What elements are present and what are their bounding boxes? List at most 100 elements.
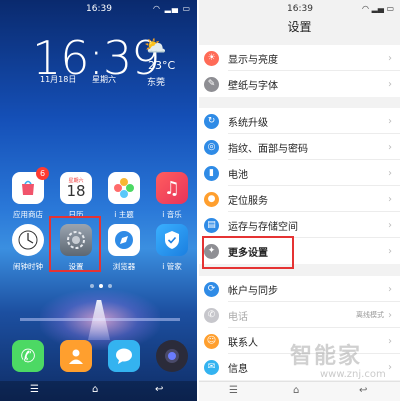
settings-item-display[interactable]: ☀ 显示与亮度 › [199, 45, 400, 71]
home-icon[interactable]: ⌂ [92, 384, 98, 395]
chevron-right-icon: › [388, 361, 392, 373]
settings-item-wallpaper[interactable]: ✎ 壁纸与字体 › [199, 71, 400, 97]
wifi-icon: ◠ [153, 4, 162, 13]
settings-item-storage[interactable]: ▤ 运存与存储空间 › [199, 212, 400, 238]
settings-item-fingerprint[interactable]: ◎ 指纹、面部与密码 › [199, 134, 400, 160]
page-indicator [90, 284, 112, 288]
navigation-bar: ☰ ⌂ ↩ [199, 381, 400, 401]
app-clock[interactable]: 闹钟时钟 [11, 224, 45, 272]
watermark-url: www.znj.com [320, 369, 386, 380]
calendar-icon: 星期六 18 [60, 172, 92, 204]
status-time: 16:39 [287, 4, 313, 14]
app-browser[interactable]: 浏览器 [107, 224, 141, 272]
settings-item-label: 系统升级 [228, 117, 268, 129]
app-store[interactable]: 6 应用商店 [11, 167, 49, 220]
app-label: i 主题 [114, 210, 134, 219]
watermark-brand: 智能家 [290, 344, 363, 369]
app-music[interactable]: ♫ i 音乐 [155, 172, 189, 220]
chevron-right-icon: › [388, 283, 392, 295]
fingerprint-icon: ◎ [204, 139, 219, 155]
battery-icon: ▭ [182, 4, 191, 13]
settings-item-location[interactable]: ● 定位服务 › [199, 186, 400, 212]
settings-item-label: 帐户与同步 [228, 285, 278, 297]
chevron-right-icon: › [388, 335, 392, 347]
dock-messages[interactable] [107, 340, 141, 372]
chevron-right-icon: › [388, 115, 392, 127]
brightness-icon: ☀ [204, 50, 219, 66]
menu-icon[interactable]: ☰ [30, 384, 39, 395]
storage-icon: ▤ [204, 217, 219, 233]
update-icon: ↻ [204, 113, 219, 129]
account-sync-icon: ⟳ [204, 281, 219, 297]
more-settings-highlight [202, 236, 294, 269]
wallpaper-font-icon: ✎ [204, 76, 219, 92]
settings-item-system-update[interactable]: ↻ 系统升级 › [199, 108, 400, 134]
settings-item-value: 离线模式 [356, 311, 384, 319]
dock-camera[interactable] [155, 340, 189, 372]
settings-item-label: 运存与存储空间 [228, 221, 298, 233]
app-calendar[interactable]: 星期六 18 日历 [59, 172, 93, 220]
battery-settings-icon: ▮ [204, 165, 219, 181]
flower-icon [108, 172, 140, 204]
app-manager[interactable]: i 管家 [155, 224, 189, 272]
settings-item-label: 电池 [228, 169, 248, 181]
location-pin-icon: ● [204, 191, 219, 207]
chevron-right-icon: › [388, 245, 392, 257]
phone-icon: ✆ [12, 340, 44, 372]
contacts-settings-icon: ☺ [204, 333, 219, 349]
home-icon[interactable]: ⌂ [293, 385, 299, 396]
settings-item-battery[interactable]: ▮ 电池 › [199, 160, 400, 186]
dock-phone[interactable]: ✆ [11, 340, 45, 372]
battery-icon: ▭ [386, 4, 394, 13]
compass-icon [108, 224, 140, 256]
settings-item-accounts[interactable]: ⟳ 帐户与同步 › [199, 276, 400, 302]
dock: ✆ [0, 340, 197, 380]
app-label: i 音乐 [162, 210, 182, 219]
settings-item-label: 显示与亮度 [228, 54, 278, 66]
date: 11月18日 [40, 75, 77, 84]
settings-item-label: 指纹、面部与密码 [228, 143, 308, 155]
back-icon[interactable]: ↩ [155, 384, 163, 395]
messages-settings-icon: ✉ [204, 359, 219, 375]
alarm-clock-icon [12, 224, 44, 256]
temperature: 23°C [148, 59, 176, 72]
notification-badge: 6 [36, 167, 49, 180]
settings-item-phone[interactable]: ✆ 电话 离线模式 › [199, 302, 400, 328]
chevron-right-icon: › [388, 78, 392, 90]
app-label: 应用商店 [13, 210, 43, 219]
phone-settings-icon: ✆ [204, 307, 219, 323]
settings-item-label: 电话 [228, 311, 248, 323]
settings-app-highlight [49, 216, 101, 272]
calendar-day: 18 [66, 182, 86, 200]
status-icons: ◠ ▂▄ ▭ [362, 4, 394, 13]
signal-icon: ▂▄ [371, 4, 384, 13]
app-label: i 管家 [162, 262, 182, 271]
app-label: 浏览器 [112, 262, 136, 271]
shopping-bag-icon: 6 [12, 167, 49, 204]
page-title: 设置 [287, 20, 312, 34]
status-icons: ◠ ▂▄ ▭ [153, 4, 191, 13]
app-theme[interactable]: i 主题 [107, 172, 141, 220]
shield-check-icon [156, 224, 188, 256]
chevron-right-icon: › [388, 219, 392, 231]
chevron-right-icon: › [388, 141, 392, 153]
page-dot [90, 284, 94, 288]
settings-item-label: 壁纸与字体 [228, 80, 278, 92]
message-bubble-icon [108, 340, 140, 372]
navigation-bar: ☰ ⌂ ↩ [0, 381, 197, 401]
camera-lens-icon [156, 340, 188, 372]
chevron-right-icon: › [388, 52, 392, 64]
wifi-icon: ◠ [362, 4, 370, 13]
home-screen: 16:39 ◠ ▂▄ ▭ 16:39 ⛅ 23°C 东莞 11月18日 星期六 … [0, 0, 197, 401]
chevron-right-icon: › [388, 193, 392, 205]
music-note-icon: ♫ [156, 172, 188, 204]
page-dot-active [99, 284, 103, 288]
back-icon[interactable]: ↩ [359, 385, 367, 396]
status-time: 16:39 [86, 4, 112, 14]
status-bar: 16:39 ◠ ▂▄ ▭ [199, 4, 400, 16]
signal-icon: ▂▄ [164, 4, 179, 13]
chevron-right-icon: › [388, 309, 392, 321]
chevron-right-icon: › [388, 167, 392, 179]
dock-contacts[interactable] [59, 340, 93, 372]
menu-icon[interactable]: ☰ [229, 385, 238, 396]
